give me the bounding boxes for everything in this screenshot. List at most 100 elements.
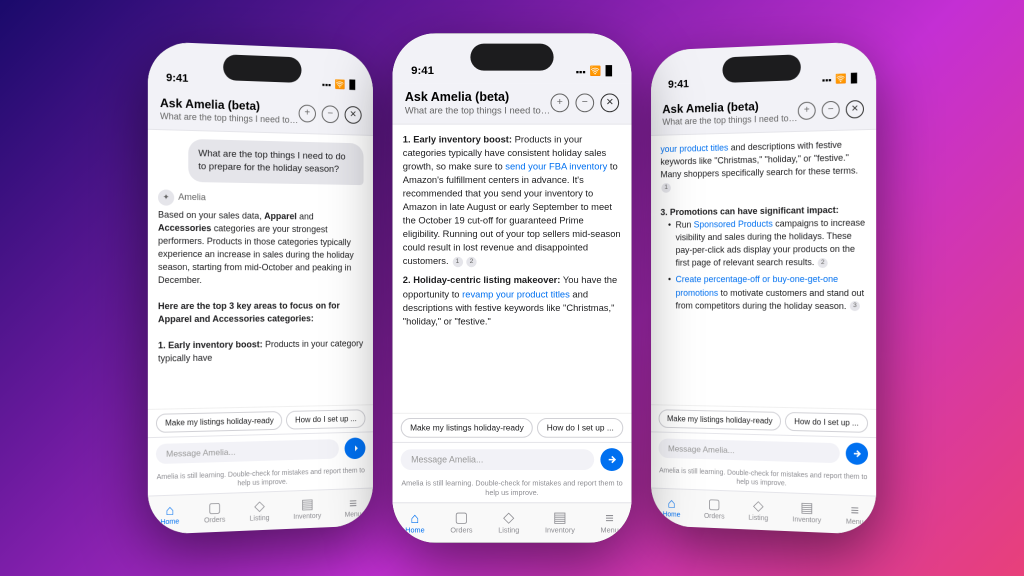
revamp-link[interactable]: revamp your product titles xyxy=(462,289,570,299)
chip-2-1[interactable]: Make my listings holiday-ready xyxy=(401,418,533,438)
chip-3-1[interactable]: Make my listings holiday-ready xyxy=(659,409,782,430)
nav-home-1[interactable]: ⌂ Home xyxy=(160,501,179,526)
home-label-2: Home xyxy=(405,527,424,534)
listing-label-3: Listing xyxy=(748,515,768,523)
nav-orders-2[interactable]: ▢ Orders xyxy=(450,508,472,534)
signal-icon-2: ▪▪▪ xyxy=(576,66,586,76)
inventory-icon-3: ▤ xyxy=(800,499,813,516)
header-title-2: Ask Amelia (beta) xyxy=(405,89,551,104)
promotions-link[interactable]: Create percentage-off or buy-one-get-one… xyxy=(676,274,839,297)
nav-listing-3[interactable]: ◇ Listing xyxy=(748,497,768,522)
message-input-2[interactable]: Message Amelia... xyxy=(401,449,594,470)
orders-label-2: Orders xyxy=(450,527,472,534)
chat-area-2: 1. Early inventory boost: Products in yo… xyxy=(392,125,631,413)
minus-button-2[interactable]: − xyxy=(575,93,594,112)
nav-menu-1[interactable]: ≡ Menu xyxy=(345,494,362,518)
sponsored-products-link[interactable]: Sponsored Products xyxy=(694,219,773,230)
menu-label-2: Menu xyxy=(601,527,619,534)
chip-2-2[interactable]: How do I set up ... xyxy=(537,418,623,438)
battery-icon: ▉ xyxy=(349,80,356,91)
inventory-label-2: Inventory xyxy=(545,527,575,534)
home-icon-1: ⌂ xyxy=(166,501,175,517)
nav-orders-3[interactable]: ▢ Orders xyxy=(704,495,725,520)
amelia-avatar-1: ✦ xyxy=(158,189,174,205)
header-actions-2[interactable]: + − ✕ xyxy=(550,93,619,112)
wifi-icon: 🛜 xyxy=(335,79,346,90)
message-input-3[interactable]: Message Amelia... xyxy=(659,438,840,463)
status-icons-3: ▪▪▪ 🛜 ▉ xyxy=(822,73,858,85)
send-button-2[interactable] xyxy=(600,448,623,471)
battery-icon-2: ▉ xyxy=(606,65,613,76)
phones-container: 9:41 ▪▪▪ 🛜 ▉ Ask Amelia (beta) What are … xyxy=(129,23,895,553)
nav-listing-1[interactable]: ◇ Listing xyxy=(250,497,270,522)
home-label-1: Home xyxy=(160,518,179,526)
time-1: 9:41 xyxy=(166,72,188,85)
nav-inventory-2[interactable]: ▤ Inventory xyxy=(545,508,575,534)
send-button-1[interactable] xyxy=(345,437,366,459)
inventory-label-3: Inventory xyxy=(793,516,822,524)
header-subtitle-2: What are the top things I need to do... xyxy=(405,105,551,115)
product-titles-link[interactable]: your product titles xyxy=(660,143,728,154)
bottom-nav-1[interactable]: ⌂ Home ▢ Orders ◇ Listing ▤ Inventory ≡ xyxy=(148,488,373,535)
phone-1: 9:41 ▪▪▪ 🛜 ▉ Ask Amelia (beta) What are … xyxy=(148,41,373,535)
message-input-area-2[interactable]: Message Amelia... xyxy=(392,442,631,476)
nav-home-2[interactable]: ⌂ Home xyxy=(405,509,424,534)
bottom-nav-3[interactable]: ⌂ Home ▢ Orders ◇ Listing ▤ Inventory ≡ xyxy=(651,488,876,535)
status-icons-2: ▪▪▪ 🛜 ▉ xyxy=(576,65,613,76)
orders-icon-2: ▢ xyxy=(455,508,469,526)
add-button-2[interactable]: + xyxy=(550,93,569,112)
ref-3-2: 2 xyxy=(818,258,828,268)
send-button-3[interactable] xyxy=(846,442,868,465)
listing-label-2: Listing xyxy=(498,527,519,534)
nav-inventory-3[interactable]: ▤ Inventory xyxy=(793,499,822,525)
dynamic-island-3 xyxy=(723,54,801,83)
nav-menu-2[interactable]: ≡ Menu xyxy=(601,509,619,534)
header-actions-1[interactable]: + − ✕ xyxy=(299,104,362,124)
signal-icon: ▪▪▪ xyxy=(322,79,331,89)
nav-home-3[interactable]: ⌂ Home xyxy=(663,494,681,518)
chip-3-2[interactable]: How do I set up ... xyxy=(785,412,868,433)
bottom-nav-2[interactable]: ⌂ Home ▢ Orders ◇ Listing ▤ Inventory ≡ xyxy=(392,502,631,543)
orders-icon-1: ▢ xyxy=(208,499,221,516)
close-button-2[interactable]: ✕ xyxy=(600,93,619,112)
item-3-3: 3. Promotions can have significant impac… xyxy=(660,204,866,313)
close-button-3[interactable]: ✕ xyxy=(846,99,864,118)
response-1: Based on your sales data, Apparel and Ac… xyxy=(158,208,364,365)
nav-orders-1[interactable]: ▢ Orders xyxy=(204,499,225,525)
chip-1-1[interactable]: Make my listings holiday-ready xyxy=(156,411,283,433)
dynamic-island-2 xyxy=(470,44,553,71)
nav-menu-3[interactable]: ≡ Menu xyxy=(846,501,864,526)
dynamic-island-1 xyxy=(223,54,301,83)
response-3: your product titles and descriptions wit… xyxy=(660,138,866,313)
wifi-icon-2: 🛜 xyxy=(590,65,602,76)
menu-label-1: Menu xyxy=(345,511,362,518)
home-label-3: Home xyxy=(663,511,681,519)
listing-label-1: Listing xyxy=(250,515,270,523)
wifi-icon-3: 🛜 xyxy=(836,73,847,84)
home-icon-2: ⌂ xyxy=(411,509,420,526)
chat-header-1: Ask Amelia (beta) What are the top thing… xyxy=(148,89,373,135)
nav-inventory-1[interactable]: ▤ Inventory xyxy=(293,495,321,521)
add-button-3[interactable]: + xyxy=(798,101,816,119)
fba-link[interactable]: send your FBA inventory xyxy=(505,161,607,171)
chat-area-3: your product titles and descriptions wit… xyxy=(651,130,876,409)
status-icons-1: ▪▪▪ 🛜 ▉ xyxy=(322,79,356,91)
disclaimer-2: Amelia is still learning. Double-check f… xyxy=(392,476,631,502)
minus-button-3[interactable]: − xyxy=(822,100,840,119)
chips-2[interactable]: Make my listings holiday-ready How do I … xyxy=(392,413,631,442)
add-button-1[interactable]: + xyxy=(299,104,316,122)
nav-listing-2[interactable]: ◇ Listing xyxy=(498,508,519,534)
message-input-1[interactable]: Message Amelia... xyxy=(156,439,339,464)
chip-1-2[interactable]: How do I set up ... xyxy=(286,409,365,429)
minus-button-1[interactable]: − xyxy=(322,105,339,123)
bullet-3-2: Create percentage-off or buy-one-get-one… xyxy=(668,273,866,312)
header-actions-3[interactable]: + − ✕ xyxy=(798,99,864,119)
home-icon-3: ⌂ xyxy=(667,494,675,510)
response-2: 1. Early inventory boost: Products in yo… xyxy=(403,133,621,328)
chat-header-2: Ask Amelia (beta) What are the top thing… xyxy=(392,83,631,125)
time-2: 9:41 xyxy=(411,64,434,76)
close-button-1[interactable]: ✕ xyxy=(345,105,362,123)
orders-label-1: Orders xyxy=(204,517,225,525)
inventory-icon-2: ▤ xyxy=(553,508,567,526)
orders-icon-3: ▢ xyxy=(708,495,721,512)
